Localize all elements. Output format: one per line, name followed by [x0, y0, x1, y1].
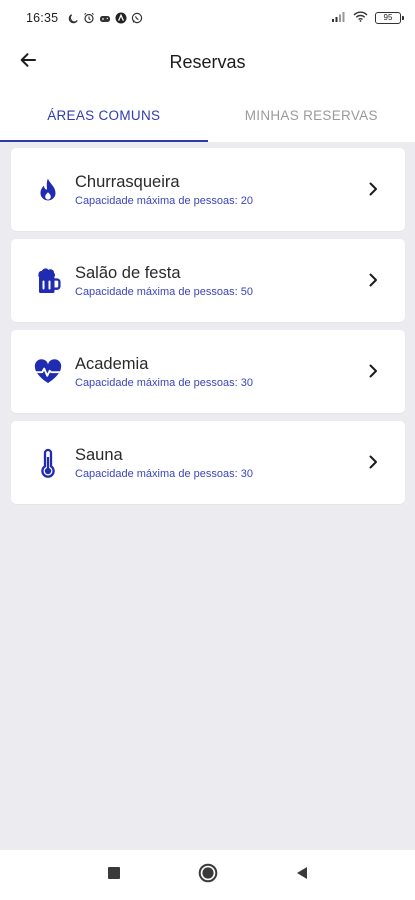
app-bar: Reservas: [0, 36, 415, 88]
screen: 16:35 95 Reservas ÁREAS COMUNS MINHAS RE…: [0, 0, 415, 900]
whatsapp-icon: [131, 12, 143, 24]
gamepad-icon: [99, 13, 111, 24]
signal-icon: [332, 11, 346, 25]
tab-bar: ÁREAS COMUNS MINHAS RESERVAS: [0, 88, 415, 142]
triangle-back-icon: [295, 865, 309, 886]
chevron-right-icon: [365, 363, 381, 379]
beer-mug-icon: [33, 266, 63, 296]
tab-areas-comuns[interactable]: ÁREAS COMUNS: [0, 88, 208, 142]
area-capacity: Capacidade máxima de pessoas: 30: [75, 468, 253, 480]
status-right: 95: [332, 11, 404, 25]
heartbeat-icon: [33, 357, 63, 387]
area-name: Sauna: [75, 446, 123, 464]
area-card-text: Salão de festa Capacidade máxima de pess…: [75, 263, 253, 298]
chevron-right-icon: [365, 454, 381, 470]
area-card-churrasqueira[interactable]: Churrasqueira Capacidade máxima de pesso…: [11, 148, 405, 231]
flame-icon: [33, 175, 63, 205]
system-nav-bar: [0, 850, 415, 900]
page-title: Reservas: [169, 51, 246, 72]
square-icon: [107, 866, 121, 885]
area-card-text: Academia Capacidade máxima de pessoas: 3…: [75, 354, 253, 389]
notification-icons: [68, 12, 143, 24]
wifi-icon: [353, 11, 368, 25]
area-card-text: Sauna Capacidade máxima de pessoas: 30: [75, 445, 253, 480]
area-card-text: Churrasqueira Capacidade máxima de pesso…: [75, 172, 253, 207]
back-nav-button[interactable]: [290, 863, 314, 887]
arrow-left-icon: [18, 50, 38, 75]
area-capacity: Capacidade máxima de pessoas: 30: [75, 377, 253, 389]
status-bar: 16:35 95: [0, 0, 415, 36]
home-button[interactable]: [196, 863, 220, 887]
area-capacity: Capacidade máxima de pessoas: 50: [75, 286, 253, 298]
chevron-right-icon: [365, 181, 381, 197]
status-left: 16:35: [26, 11, 143, 25]
area-capacity: Capacidade máxima de pessoas: 20: [75, 195, 253, 207]
recents-button[interactable]: [102, 863, 126, 887]
area-name: Academia: [75, 355, 149, 373]
area-card-sauna[interactable]: Sauna Capacidade máxima de pessoas: 30: [11, 421, 405, 504]
area-card-salao-de-festa[interactable]: Salão de festa Capacidade máxima de pess…: [11, 239, 405, 322]
area-card-academia[interactable]: Academia Capacidade máxima de pessoas: 3…: [11, 330, 405, 413]
area-name: Churrasqueira: [75, 173, 180, 191]
tab-minhas-reservas[interactable]: MINHAS RESERVAS: [208, 88, 415, 142]
circle-icon: [198, 863, 218, 888]
moon-icon: [68, 13, 79, 24]
alarm-icon: [83, 12, 95, 24]
app-icon: [115, 12, 127, 24]
thermometer-icon: [33, 448, 63, 478]
area-name: Salão de festa: [75, 264, 181, 282]
battery-icon: 95: [375, 12, 404, 24]
areas-list: Churrasqueira Capacidade máxima de pesso…: [11, 148, 405, 512]
status-time: 16:35: [26, 11, 59, 25]
chevron-right-icon: [365, 272, 381, 288]
back-button[interactable]: [12, 46, 44, 78]
